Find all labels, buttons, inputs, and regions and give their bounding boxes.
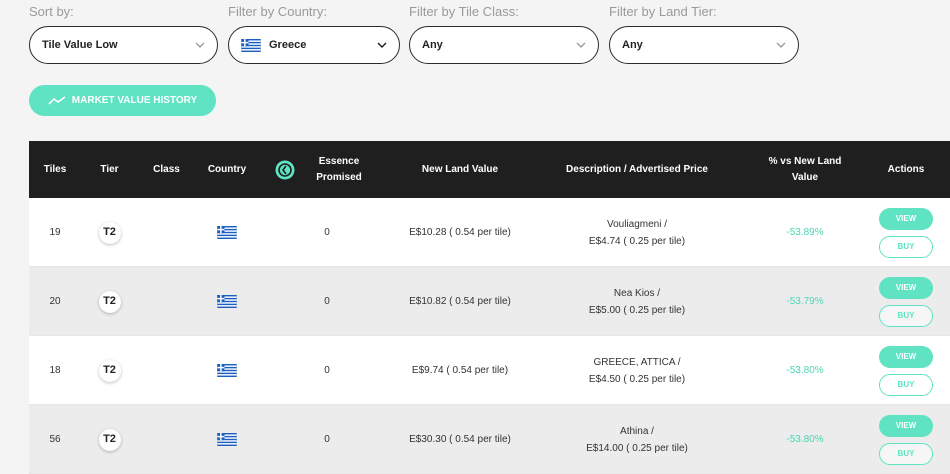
view-button[interactable]: VIEW [879,414,933,437]
land-tier-label: Filter by Land Tier: [609,4,717,19]
header-new-land-value[interactable]: New Land Value [367,141,553,198]
cell-new-land-value: E$10.28 ( 0.54 per tile) [409,227,511,238]
cell-tiles: 19 [49,227,61,238]
cell-actions: VIEW BUY [872,198,940,267]
cell-pct-vs-new: -53.89% [786,227,824,238]
country-filter: Filter by Country: Greece [228,4,400,64]
table-row: 19 T2 0 E$10.28 ( 0.54 per tile) Vouliag… [29,198,950,267]
cell-actions: VIEW BUY [872,405,940,474]
cell-tiles: 20 [49,296,61,307]
description-name: Nea Kios / [613,287,661,299]
trend-line-icon [48,95,66,105]
filter-bar: Sort by: Tile Value Low Filter by Countr… [0,0,950,80]
cell-actions: VIEW BUY [872,267,940,336]
table-row: 18 T2 0 E$9.74 ( 0.54 per tile) GREECE, … [29,336,950,405]
header-essence-icon [259,141,311,198]
chevron-down-icon [195,42,205,48]
cell-description: Nea Kios / E$5.00 ( 0.25 per tile) [553,267,721,336]
land-tier-value: Any [622,39,643,51]
tile-class-filter: Filter by Tile Class: Any [409,4,599,64]
market-value-history-label: MARKET VALUE HISTORY [71,95,198,106]
tier-badge: T2 [98,290,121,313]
chevron-down-icon [776,42,786,48]
table-header: Tiles Tier Class Country Essence Promise… [29,141,950,198]
tier-badge: T2 [98,359,121,382]
land-tier-select[interactable]: Any [609,26,799,64]
cell-pct-vs-new: -53.80% [786,434,824,445]
description-name: GREECE, ATTICA / [593,356,681,368]
greece-flag-icon [217,295,237,308]
cell-country [195,198,259,267]
tier-badge: T2 [98,221,121,244]
description-price: E$14.00 ( 0.25 per tile) [586,442,688,454]
header-pct-vs-new[interactable]: % vs New Land Value [761,141,849,198]
sort-label: Sort by: [29,4,74,19]
sort-value: Tile Value Low [42,39,118,51]
market-value-history-button[interactable]: MARKET VALUE HISTORY [29,85,216,116]
description-price: E$5.00 ( 0.25 per tile) [588,304,686,316]
cell-tier: T2 [81,405,138,474]
cell-description: Vouliagmeni / E$4.74 ( 0.25 per tile) [553,198,721,267]
land-tier-filter: Filter by Land Tier: Any [609,4,799,64]
country-value: Greece [269,39,307,51]
cell-actions: VIEW BUY [872,336,940,405]
buy-button[interactable]: BUY [879,373,933,396]
view-button[interactable]: VIEW [879,207,933,230]
cell-new-land-value: E$9.74 ( 0.54 per tile) [411,365,509,376]
cell-country [195,267,259,336]
greece-flag-icon [217,226,237,239]
header-tiles[interactable]: Tiles [29,141,81,198]
country-label: Filter by Country: [228,4,327,19]
cell-tier: T2 [81,198,138,267]
cell-pct-vs-new: -53.79% [786,296,824,307]
tile-class-select[interactable]: Any [409,26,599,64]
chevron-down-icon [576,42,586,48]
cell-new-land-value: E$30.30 ( 0.54 per tile) [409,434,511,445]
sort-filter: Sort by: Tile Value Low [29,4,218,64]
country-select[interactable]: Greece [228,26,400,64]
header-description[interactable]: Description / Advertised Price [553,141,721,198]
description-name: Athina / [620,425,654,437]
cell-country [195,405,259,474]
greece-flag-icon [217,364,237,377]
description-name: Vouliagmeni / [606,218,668,230]
buy-button[interactable]: BUY [879,235,933,258]
header-actions: Actions [887,163,925,175]
description-price: E$4.50 ( 0.25 per tile) [588,373,686,385]
description-price: E$4.74 ( 0.25 per tile) [588,235,686,247]
cell-pct-vs-new: -53.80% [786,365,824,376]
view-button[interactable]: VIEW [879,345,933,368]
cell-description: GREECE, ATTICA / E$4.50 ( 0.25 per tile) [553,336,721,405]
cell-tiles: 56 [49,434,61,445]
buy-button[interactable]: BUY [879,304,933,327]
greece-flag-icon [241,38,261,52]
sort-select[interactable]: Tile Value Low [29,26,218,64]
cell-essence: 0 [324,365,330,376]
tile-class-value: Any [422,39,443,51]
tile-class-label: Filter by Tile Class: [409,4,519,19]
cell-description: Athina / E$14.00 ( 0.25 per tile) [553,405,721,474]
header-country[interactable]: Country [195,141,259,198]
cell-essence: 0 [324,296,330,307]
cell-tier: T2 [81,267,138,336]
header-class[interactable]: Class [138,141,195,198]
buy-button[interactable]: BUY [879,442,933,465]
listings-table: Tiles Tier Class Country Essence Promise… [29,141,950,474]
essence-icon [275,160,295,179]
cell-tier: T2 [81,336,138,405]
tier-badge: T2 [98,428,121,451]
cell-essence: 0 [324,227,330,238]
view-button[interactable]: VIEW [879,276,933,299]
table-row: 56 T2 0 E$30.30 ( 0.54 per tile) Athina … [29,405,950,474]
cell-essence: 0 [324,434,330,445]
chevron-down-icon [377,42,387,49]
header-essence-promised[interactable]: Essence Promised [311,141,367,198]
table-row: 20 T2 0 E$10.82 ( 0.54 per tile) Nea Kio… [29,267,950,336]
cell-tiles: 18 [49,365,61,376]
cell-new-land-value: E$10.82 ( 0.54 per tile) [409,296,511,307]
greece-flag-icon [217,433,237,446]
cell-country [195,336,259,405]
header-tier[interactable]: Tier [81,141,138,198]
